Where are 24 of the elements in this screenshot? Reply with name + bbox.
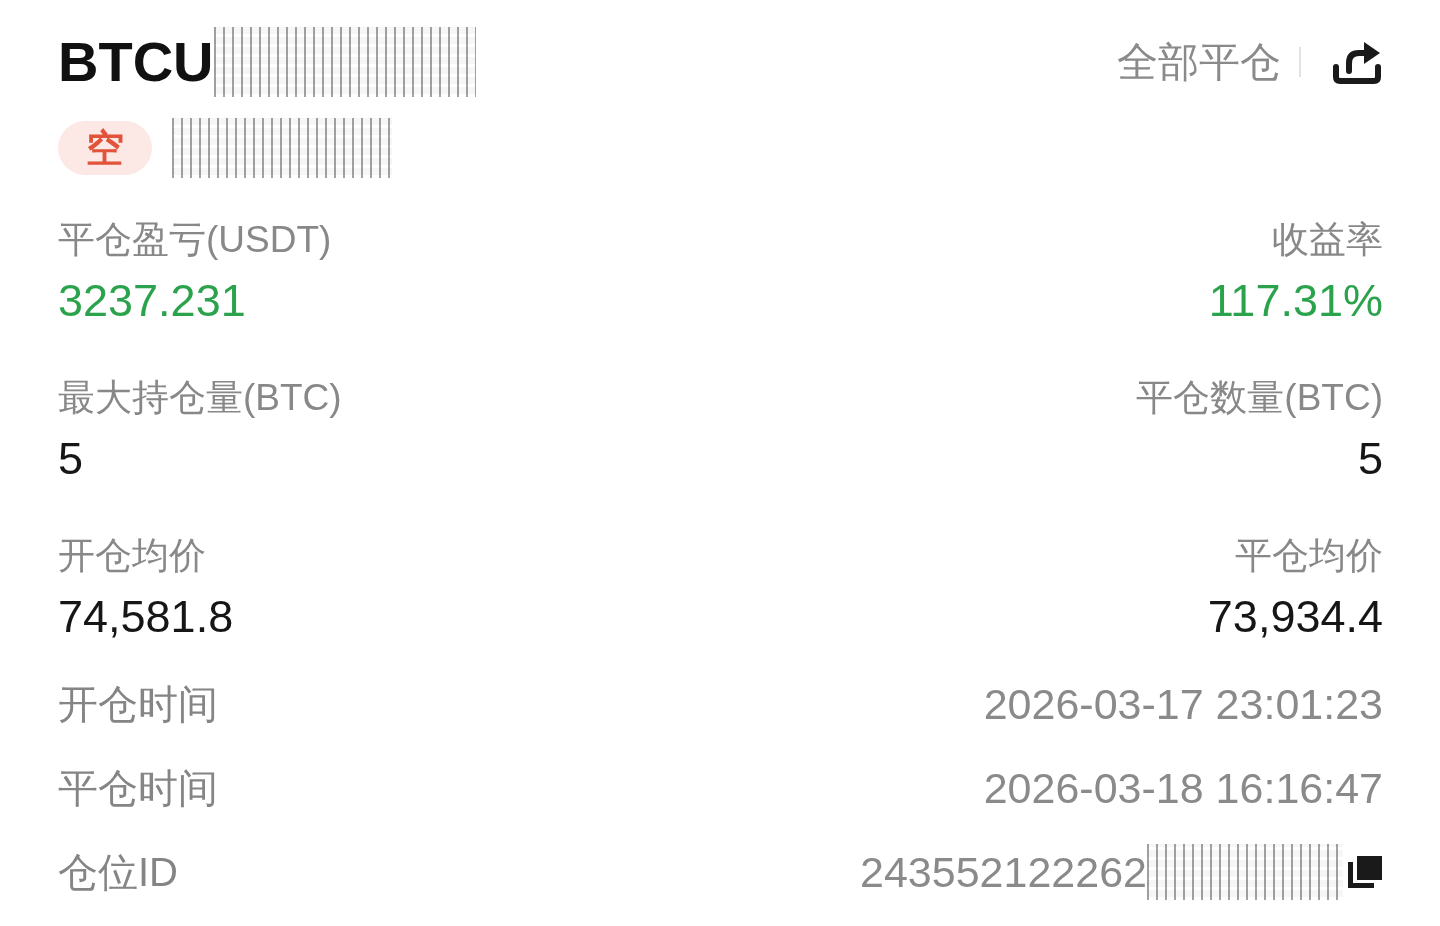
- stat-label: 平仓均价: [1235, 534, 1383, 578]
- stat-label: 收益率: [1272, 218, 1383, 262]
- detail-value: 2026-03-18 16:16:47: [983, 763, 1383, 813]
- side-badge: 空: [58, 121, 152, 175]
- share-icon: [1332, 39, 1382, 85]
- detail-value: 243552122262: [860, 847, 1147, 897]
- stat-value: 5: [58, 432, 84, 486]
- detail-label: 开仓时间: [58, 680, 218, 728]
- stat-label: 最大持仓量(BTC): [58, 376, 342, 420]
- detail-label: 仓位ID: [58, 848, 178, 896]
- stat-label: 平仓盈亏(USDT): [58, 218, 332, 262]
- copy-icon: [1348, 856, 1382, 888]
- detail-value: 2026-03-17 23:01:23: [983, 679, 1383, 729]
- stat-value: 74,581.8: [58, 590, 234, 644]
- copy-button[interactable]: [1347, 855, 1383, 889]
- close-all-button[interactable]: 全部平仓: [1117, 36, 1281, 88]
- stat-value: 73,934.4: [1207, 590, 1383, 644]
- stat-label: 开仓均价: [58, 534, 206, 578]
- stat-value: 117.31%: [1208, 274, 1383, 328]
- stat-label: 平仓数量(BTC): [1136, 376, 1383, 420]
- stat-value: 5: [1357, 432, 1383, 486]
- stat-value: 3237.231: [58, 274, 246, 328]
- symbol-title: BTCU: [58, 30, 214, 94]
- detail-label: 平仓时间: [58, 764, 218, 812]
